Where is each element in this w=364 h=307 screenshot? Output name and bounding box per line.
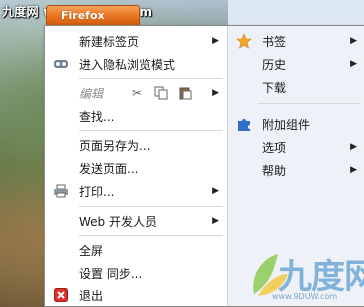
menu-item-label: 查找... — [79, 109, 115, 124]
submenu-arrow-icon: ▶ — [350, 36, 357, 46]
watermark-logo-url: www.9DUW.com — [272, 292, 338, 301]
menu-item-options[interactable]: 选项 ▶ — [228, 136, 364, 158]
printer-icon — [53, 183, 69, 199]
menu-item-addons[interactable]: 附加组件 — [228, 113, 364, 135]
cut-icon[interactable]: ✂ — [129, 85, 145, 101]
menu-item-print[interactable]: 打印... ▶ — [45, 180, 227, 202]
menu-item-bookmarks[interactable]: 书签 ▶ — [228, 30, 364, 52]
menu-item-label: 打印... — [79, 184, 115, 199]
submenu-arrow-icon: ▶ — [212, 36, 219, 46]
star-icon — [236, 33, 252, 49]
menu-item-save-page[interactable]: 页面另存为... — [45, 134, 227, 156]
menu-left-column: 新建标签页 ▶ 进入隐私浏览模式 编辑 ✂ ▶ 查找... 页面另存为... 发… — [45, 26, 227, 306]
menu-item-label: 历史 — [262, 57, 287, 72]
menu-item-send-link[interactable]: 发送页面... — [45, 157, 227, 179]
submenu-arrow-icon: ▶ — [350, 142, 357, 152]
menu-item-label: 设置 同步... — [79, 266, 143, 281]
menu-item-new-tab[interactable]: 新建标签页 ▶ — [45, 30, 227, 52]
menu-item-exit[interactable]: 退出 — [45, 284, 227, 306]
menu-item-label: 编辑 — [79, 86, 104, 101]
submenu-arrow-icon: ▶ — [212, 186, 219, 196]
submenu-arrow-icon: ▶ — [212, 88, 219, 98]
menu-separator — [79, 78, 223, 79]
menu-item-label: 进入隐私浏览模式 — [79, 57, 176, 72]
menu-item-private-browsing[interactable]: 进入隐私浏览模式 — [45, 53, 227, 75]
menu-separator — [258, 103, 361, 104]
menu-item-label: 发送页面... — [79, 161, 139, 176]
menu-item-history[interactable]: 历史 ▶ — [228, 53, 364, 75]
menu-separator — [79, 130, 223, 131]
menu-item-help[interactable]: 帮助 ▶ — [228, 159, 364, 181]
paste-icon[interactable] — [177, 85, 193, 101]
menu-item-label: 退出 — [79, 288, 104, 303]
edit-tools: ✂ — [129, 85, 193, 101]
menu-item-label: 选项 — [262, 140, 287, 155]
menu-separator — [79, 235, 223, 236]
private-browsing-mask-icon — [53, 56, 69, 72]
watermark-logo-text: 九度网 — [278, 257, 364, 297]
menu-item-label: 帮助 — [262, 163, 287, 178]
menu-item-label: Web 开发人员 — [79, 214, 157, 229]
menu-item-label: 附加组件 — [262, 117, 311, 132]
menu-item-sync[interactable]: 设置 同步... — [45, 262, 227, 284]
menu-item-find[interactable]: 查找... — [45, 105, 227, 127]
copy-icon[interactable] — [153, 85, 169, 101]
menu-item-edit[interactable]: 编辑 ✂ ▶ — [45, 82, 227, 104]
menu-separator — [79, 206, 223, 207]
menu-item-label: 下载 — [262, 80, 287, 95]
exit-icon — [53, 287, 69, 303]
submenu-arrow-icon: ▶ — [212, 216, 219, 226]
menu-item-fullscreen[interactable]: 全屏 — [45, 239, 227, 261]
menu-item-web-developer[interactable]: Web 开发人员 ▶ — [45, 210, 227, 232]
firefox-button-label: Firefox — [61, 9, 105, 22]
puzzle-piece-icon — [236, 116, 252, 132]
menu-item-downloads[interactable]: 下载 — [228, 76, 364, 98]
firefox-menu-button[interactable]: Firefox — [46, 5, 140, 25]
menu-item-label: 全屏 — [79, 243, 104, 258]
submenu-arrow-icon: ▶ — [350, 165, 357, 175]
menu-item-label: 页面另存为... — [79, 138, 151, 153]
menu-item-label: 书签 — [262, 34, 287, 49]
menu-item-label: 新建标签页 — [79, 34, 140, 49]
submenu-arrow-icon: ▶ — [350, 59, 357, 69]
